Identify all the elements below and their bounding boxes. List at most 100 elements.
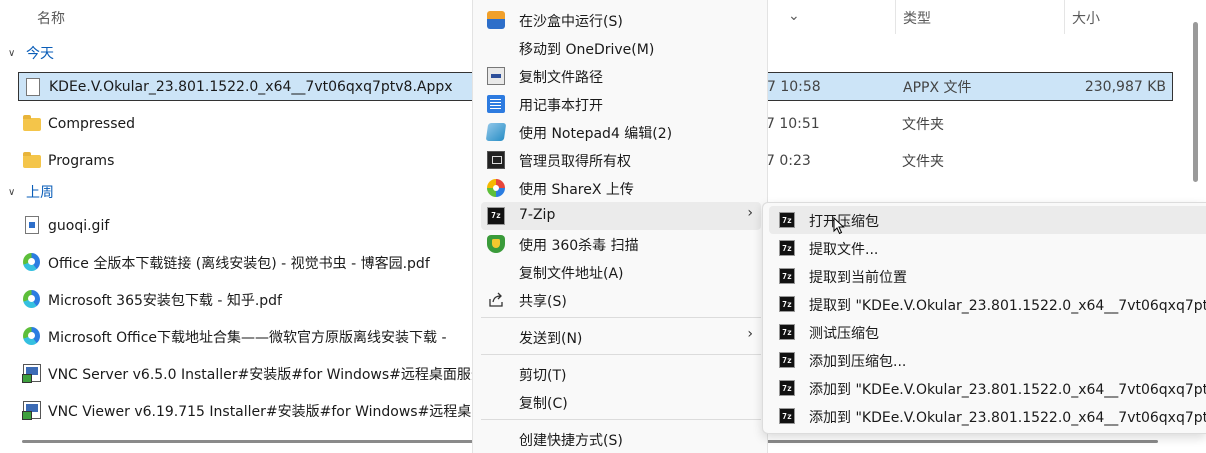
column-divider[interactable] [1064,0,1065,34]
submenu-item-label: 提取到当前位置 [809,270,907,286]
gif-file-icon [25,216,39,234]
submenu-item-label: 测试压缩包 [809,326,879,342]
menu-item-edit-with-notepad4[interactable]: 使用 Notepad4 编辑(2) [481,118,761,146]
menu-separator [481,317,761,318]
submenu-item-add-to-archive[interactable]: 7z 添加到压缩包... [769,346,1206,374]
7zip-icon: 7z [779,324,795,340]
file-name: VNC Server v6.5.0 Installer#安装版#for Wind… [48,366,485,383]
vertical-scrollbar[interactable] [1193,22,1198,182]
file-name: Microsoft Office下载地址合集——微软官方原版离线安装下载 - [48,329,447,346]
file-name: VNC Viewer v6.19.715 Installer#安装版#for W… [48,403,486,420]
menu-item-label: 用记事本打开 [519,98,603,114]
chevron-down-icon: ∨ [8,47,16,59]
menu-item-label: 使用 ShareX 上传 [519,182,634,198]
file-date: 7 0:23 [766,152,811,169]
edge-pdf-icon [23,327,40,345]
menu-item-7zip[interactable]: 7z 7-Zip › [481,202,761,230]
menu-item-copy[interactable]: 复制(C) [481,388,761,416]
menu-item-label: 管理员取得所有权 [519,154,631,170]
group-label: 今天 [26,46,54,62]
submenu-item-label: 添加到 "KDEe.V.Okular_23.801.1522.0_x64__7v… [809,410,1206,426]
notepad4-icon [485,123,507,141]
file-name: KDEe.V.Okular_23.801.1522.0_x64__7vt06qx… [49,78,453,95]
menu-separator [481,354,761,355]
menu-item-label: 移动到 OneDrive(M) [519,42,655,58]
file-type: APPX 文件 [903,79,972,96]
edge-pdf-icon [23,253,40,271]
7zip-submenu: 7z 打开压缩包 7z 提取文件... 7z 提取到当前位置 7z 提取到 "K… [762,202,1206,434]
360-antivirus-icon [487,235,505,253]
file-type: 文件夹 [902,116,944,133]
menu-item-label: 复制文件路径 [519,70,603,86]
submenu-item-extract-files[interactable]: 7z 提取文件... [769,234,1206,262]
menu-item-create-shortcut[interactable]: 创建快捷方式(S) [481,425,761,453]
menu-item-sharex-upload[interactable]: 使用 ShareX 上传 [481,174,761,202]
menu-item-move-to-onedrive[interactable]: 移动到 OneDrive(M) [481,34,761,62]
column-divider[interactable] [895,0,896,34]
menu-item-take-ownership[interactable]: 管理员取得所有权 [481,146,761,174]
menu-item-label: 剪切(T) [519,368,567,384]
menu-item-label: 复制文件地址(A) [519,266,624,282]
admin-console-icon [487,151,505,169]
folder-icon [23,115,41,131]
sandbox-icon [487,11,505,29]
menu-item-send-to[interactable]: 发送到(N) › [481,323,761,351]
group-header-last-week[interactable]: ∨ 上周 [8,181,54,203]
group-header-today[interactable]: ∨ 今天 [8,42,54,64]
edge-pdf-icon [23,290,40,308]
menu-item-share[interactable]: 共享(S) [481,286,761,314]
menu-item-360-scan[interactable]: 使用 360杀毒 扫描 [481,230,761,258]
submenu-item-add-to-7z[interactable]: 7z 添加到 "KDEe.V.Okular_23.801.1522.0_x64_… [769,374,1206,402]
menu-item-label: 创建快捷方式(S) [519,433,623,449]
7zip-icon: 7z [779,352,795,368]
column-header-name[interactable]: 名称 [37,8,65,28]
menu-separator [481,419,761,420]
file-name: Compressed [48,115,136,132]
menu-item-run-in-sandbox[interactable]: 在沙盒中运行(S) [481,6,761,34]
menu-item-label: 发送到(N) [519,331,583,347]
chevron-right-icon: › [747,326,753,342]
7zip-icon: 7z [779,240,795,256]
column-header-size[interactable]: 大小 [1072,8,1100,28]
copy-path-icon [487,67,505,85]
7zip-icon: 7z [779,380,795,396]
menu-item-cut[interactable]: 剪切(T) [481,360,761,388]
menu-item-label: 共享(S) [519,294,567,310]
folder-icon [23,152,41,168]
7zip-icon: 7z [779,296,795,312]
7zip-icon: 7z [779,268,795,284]
menu-item-label: 7-Zip [519,207,556,223]
submenu-item-extract-here[interactable]: 7z 提取到当前位置 [769,262,1206,290]
file-name: Microsoft 365安装包下载 - 知乎.pdf [48,292,282,309]
vnc-installer-icon [22,401,41,420]
chevron-down-icon: ∨ [8,186,16,198]
submenu-item-label: 添加到 "KDEe.V.Okular_23.801.1522.0_x64__7v… [809,382,1206,398]
notepad-icon [487,95,505,113]
chevron-right-icon: › [747,205,753,221]
submenu-item-add-to-zip[interactable]: 7z 添加到 "KDEe.V.Okular_23.801.1522.0_x64_… [769,402,1206,430]
sort-chevron-icon: ⌄ [788,8,800,24]
mouse-cursor-icon [833,217,845,235]
file-name: guoqi.gif [48,217,110,234]
submenu-item-extract-to-folder[interactable]: 7z 提取到 "KDEe.V.Okular_23.801.1522.0_x64_… [769,290,1206,318]
file-type: 文件夹 [902,153,944,170]
7zip-icon: 7z [779,212,795,228]
menu-item-open-with-notepad[interactable]: 用记事本打开 [481,90,761,118]
sharex-icon [487,179,505,197]
menu-item-copy-file-address[interactable]: 复制文件地址(A) [481,258,761,286]
file-icon [26,78,40,96]
file-date: 7 10:58 [767,78,821,95]
context-menu: 在沙盒中运行(S) 移动到 OneDrive(M) 复制文件路径 用记事本打开 … [472,0,768,453]
menu-item-copy-file-path[interactable]: 复制文件路径 [481,62,761,90]
file-size: 230,987 KB [1084,78,1166,95]
7zip-icon: 7z [487,207,505,225]
menu-item-label: 复制(C) [519,396,568,412]
vnc-installer-icon [22,364,41,383]
submenu-item-label: 提取文件... [809,242,879,258]
submenu-item-label: 添加到压缩包... [809,354,907,370]
menu-item-label: 使用 360杀毒 扫描 [519,238,639,254]
column-header-type[interactable]: 类型 [903,8,931,28]
menu-item-label: 使用 Notepad4 编辑(2) [519,126,673,142]
7zip-icon: 7z [779,408,795,424]
submenu-item-test-archive[interactable]: 7z 测试压缩包 [769,318,1206,346]
